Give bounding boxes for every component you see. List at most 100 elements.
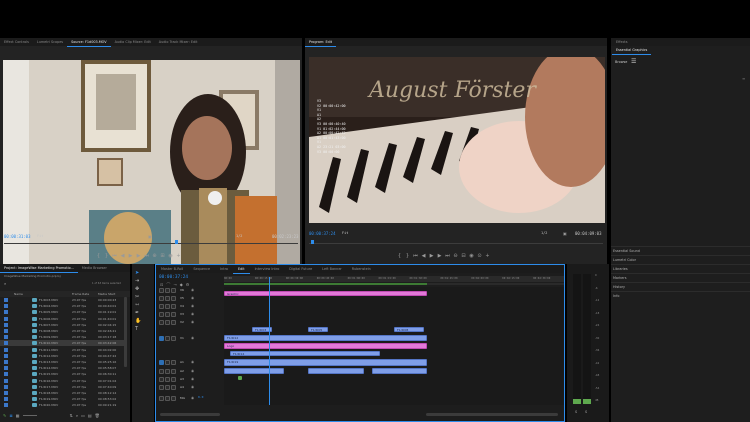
source-patch-icon[interactable] (159, 335, 164, 341)
trash-icon[interactable]: 🗑 (95, 413, 100, 418)
source-patch-icon[interactable] (159, 319, 164, 325)
work-area-bar[interactable] (224, 283, 564, 285)
tab-effects[interactable]: Effects (612, 38, 632, 46)
project-scrollbar[interactable] (124, 297, 127, 367)
lock-icon[interactable] (165, 311, 170, 317)
table-row[interactable]: F1d004.MOV 23.97 fps 00:00:40:01 (0, 303, 124, 309)
col-name[interactable]: Name (14, 292, 23, 296)
tab-sequence-1[interactable]: Sequence (188, 265, 215, 273)
track-header[interactable]: V6 ◉ (156, 287, 194, 293)
step-forward-icon[interactable]: ▶ (437, 254, 442, 259)
eye-icon[interactable]: ◉ (191, 296, 194, 300)
new-bin-icon[interactable]: ▭ (81, 413, 85, 418)
clip-blue-f[interactable]: F1d019 (224, 359, 427, 366)
lift-icon[interactable]: ⊖ (453, 254, 458, 259)
browse-tab[interactable]: Browse (615, 60, 627, 64)
sync-lock-icon[interactable] (171, 311, 176, 317)
insert-icon[interactable]: ⊕ (152, 254, 157, 259)
clip-graphic[interactable]: Graphic (224, 291, 427, 296)
mark-out-icon[interactable]: } (104, 254, 109, 259)
source-playhead[interactable] (175, 240, 178, 244)
program-scrub-bar[interactable] (309, 243, 603, 244)
col-frame-rate[interactable]: Frame Rate (72, 292, 89, 296)
table-row[interactable]: F1d016.MOV 23.97 fps 00:07:01:04 (0, 378, 124, 384)
add-icon[interactable]: + (176, 254, 181, 259)
tab-media-browser[interactable]: Media Browser (78, 264, 111, 272)
vr-icon[interactable]: ⊙ (477, 254, 482, 259)
track-header[interactable]: V2 ◉ (156, 319, 194, 325)
tab-source-0[interactable]: Effect Controls (0, 38, 33, 46)
source-patch-icon[interactable] (159, 384, 164, 390)
source-patch-icon[interactable] (159, 295, 164, 301)
timeline-ruler[interactable]: 00:00 00:00:15:00 00:00:30:00 00:00:45:00 00… (224, 276, 564, 282)
sync-lock-icon[interactable] (171, 287, 176, 293)
sync-lock-icon[interactable] (171, 384, 176, 390)
timeline-hscroll-right[interactable] (426, 413, 558, 416)
slip-tool-icon[interactable]: ⇿ (135, 302, 141, 308)
right-panel-item[interactable]: History (611, 282, 750, 291)
play-icon[interactable]: ▶ (429, 254, 434, 259)
table-row[interactable]: F1d017.MOV 23.97 fps 00:07:40:09 (0, 384, 124, 390)
timeline-hscroll[interactable] (160, 413, 220, 416)
playhead-line[interactable] (269, 277, 270, 405)
right-panel-item[interactable]: Essential Sound (611, 246, 750, 255)
go-to-out-icon[interactable]: ⏭ (144, 254, 149, 259)
step-back-icon[interactable]: ◀ (421, 254, 426, 259)
table-row[interactable]: F1d015.MOV 23.97 fps 00:06:30:11 (0, 371, 124, 377)
track-header[interactable]: A1 ◉ (156, 359, 194, 365)
table-row[interactable]: F1d010.MOV 23.97 fps 00:03:42:06 (0, 340, 124, 347)
add-icon[interactable]: + (485, 254, 490, 259)
eye-icon[interactable]: ◉ (191, 288, 194, 292)
source-patch-icon[interactable] (159, 311, 164, 317)
lock-icon[interactable] (165, 384, 170, 390)
overwrite-icon[interactable]: ⊞ (160, 254, 165, 259)
table-row[interactable]: F1d005.MOV 23.97 fps 00:01:19:01 (0, 309, 124, 315)
solo-right[interactable]: S (585, 410, 587, 414)
sync-lock-icon[interactable] (171, 319, 176, 325)
solo-left[interactable]: S (575, 410, 577, 414)
lock-icon[interactable] (165, 287, 170, 293)
mix-value[interactable]: 0.0 (198, 395, 203, 399)
tab-source-4[interactable]: Audio Track Mixer: Edit (155, 38, 202, 46)
source-patch-icon[interactable] (159, 287, 164, 293)
play-icon[interactable]: ▶ (128, 254, 133, 259)
type-tool-icon[interactable]: T (135, 326, 141, 332)
eye-icon[interactable]: ◉ (191, 396, 194, 400)
menu-icon[interactable]: ☰ (631, 58, 636, 65)
eye-icon[interactable]: ◉ (191, 369, 194, 373)
program-timecode-left[interactable]: 00:00:37:24 (309, 231, 336, 236)
clip-blue-b[interactable]: F1d005 (308, 327, 328, 332)
program-video-frame[interactable]: August Förster V3 V2 00:00:42:00 V1 A1 A2 V3 … (309, 57, 605, 223)
clip-logo[interactable]: Logo (224, 343, 427, 349)
program-quality-dropdown[interactable]: 1/2 (541, 231, 547, 235)
step-back-icon[interactable]: ◀ (120, 254, 125, 259)
hand-tool-icon[interactable]: ✋ (135, 318, 141, 324)
program-fit-dropdown[interactable]: Fit (342, 231, 348, 235)
go-to-in-icon[interactable]: ⏮ (413, 254, 418, 259)
source-quality-dropdown[interactable]: 1/2 (236, 234, 242, 238)
table-row[interactable]: F1d018.MOV 23.97 fps 00:08:12:14 (0, 390, 124, 396)
clip-blue-d[interactable]: F1d012 (224, 335, 427, 341)
source-wrench-icon[interactable]: ▣ (148, 234, 152, 239)
sync-lock-icon[interactable] (171, 368, 176, 374)
mark-out-icon[interactable]: } (405, 254, 410, 259)
right-panel-item[interactable]: Markers (611, 273, 750, 282)
track-header[interactable]: V1 ◉ (156, 335, 194, 341)
tab-sequence-0[interactable]: Master B-Roll (156, 265, 188, 273)
table-row[interactable]: F1d012.MOV 23.97 fps 00:04:47:22 (0, 353, 124, 359)
ripple-edit-tool-icon[interactable]: ✥ (135, 286, 141, 292)
lock-icon[interactable] (165, 376, 170, 382)
right-panel-item[interactable]: Libraries (611, 264, 750, 273)
table-row[interactable]: F1d019.MOV 23.97 fps 00:08:53:02 (0, 396, 124, 402)
track-header[interactable]: A4 ◉ (156, 384, 194, 390)
export-frame-icon[interactable]: ◉ (168, 254, 173, 259)
program-wrench-icon[interactable]: ▣ (563, 231, 567, 236)
col-media-start[interactable]: Media Start (98, 292, 115, 296)
track-select-tool-icon[interactable]: ⇥ (135, 278, 141, 284)
pen-tool-icon[interactable]: ✒ (135, 310, 141, 316)
tab-project[interactable]: Project: ImageWise Marketing Promotio... (0, 264, 78, 273)
tab-sequence-7[interactable]: Rubenstein (347, 265, 376, 273)
table-row[interactable]: F1d014.MOV 23.97 fps 00:05:58:07 (0, 365, 124, 371)
table-row[interactable]: F1d008.MOV 23.97 fps 00:02:46:21 (0, 328, 124, 334)
eye-icon[interactable]: ◉ (191, 377, 194, 381)
